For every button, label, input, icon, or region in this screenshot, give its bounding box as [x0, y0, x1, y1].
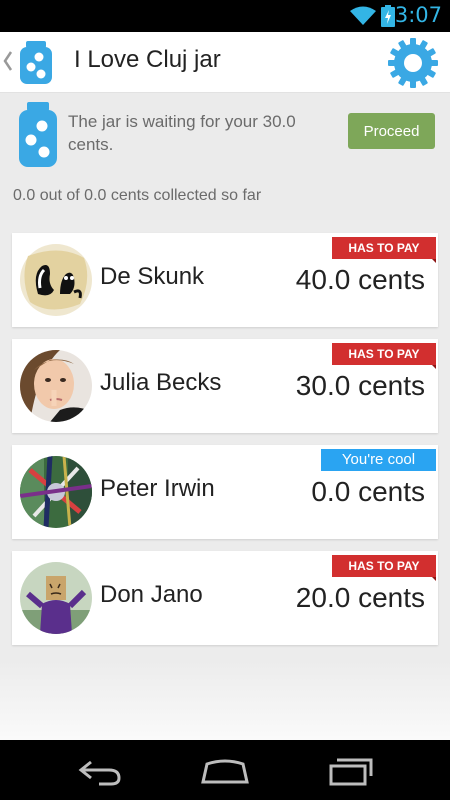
jar-summary-panel: The jar is waiting for your 30.0 cents. … — [0, 93, 450, 220]
member-list: De Skunk 40.0 cents HAS TO PAY Julia Bec… — [0, 220, 450, 740]
jar-icon — [19, 102, 57, 167]
wifi-icon — [350, 6, 376, 25]
gear-icon[interactable] — [387, 37, 439, 89]
list-item[interactable]: De Skunk 40.0 cents HAS TO PAY — [12, 233, 438, 327]
don-avatar — [20, 562, 92, 634]
system-navigation-bar — [0, 740, 450, 800]
member-amount: 30.0 cents — [295, 370, 425, 401]
back-icon[interactable] — [77, 754, 123, 788]
jar-status-message: The jar is waiting for your 30.0 cents. — [68, 112, 296, 154]
jar-icon[interactable] — [19, 41, 53, 85]
list-item[interactable]: Don Jano 20.0 cents HAS TO PAY — [12, 551, 438, 645]
skunk-avatar — [20, 244, 92, 316]
page-title: I Love Cluj jar — [74, 46, 221, 73]
battery-charging-icon — [381, 5, 395, 27]
clock: 3:07 — [394, 3, 442, 27]
member-name: Julia Becks — [100, 369, 222, 396]
home-icon[interactable] — [201, 754, 249, 788]
member-name: De Skunk — [100, 263, 205, 290]
status-badge: You're cool — [321, 449, 436, 471]
status-badge: HAS TO PAY — [332, 237, 436, 263]
member-name: Peter Irwin — [100, 475, 215, 502]
status-badge: HAS TO PAY — [332, 555, 436, 581]
member-name: Don Jano — [100, 581, 203, 608]
status-bar: 3:07 — [0, 0, 450, 32]
proceed-button[interactable]: Proceed — [348, 113, 435, 149]
collected-summary: 0.0 out of 0.0 cents collected so far — [13, 187, 262, 204]
member-amount: 20.0 cents — [295, 582, 425, 613]
chevron-left-icon[interactable] — [3, 50, 13, 72]
list-item[interactable]: Peter Irwin 0.0 cents You're cool — [12, 445, 438, 539]
member-amount: 0.0 cents — [311, 476, 425, 507]
julia-avatar — [20, 350, 92, 422]
list-item[interactable]: Julia Becks 30.0 cents HAS TO PAY — [12, 339, 438, 433]
recents-icon[interactable] — [328, 754, 374, 788]
member-amount: 40.0 cents — [295, 264, 425, 295]
peter-avatar — [20, 456, 92, 528]
status-badge: HAS TO PAY — [332, 343, 436, 369]
action-bar: I Love Cluj jar — [0, 32, 450, 93]
